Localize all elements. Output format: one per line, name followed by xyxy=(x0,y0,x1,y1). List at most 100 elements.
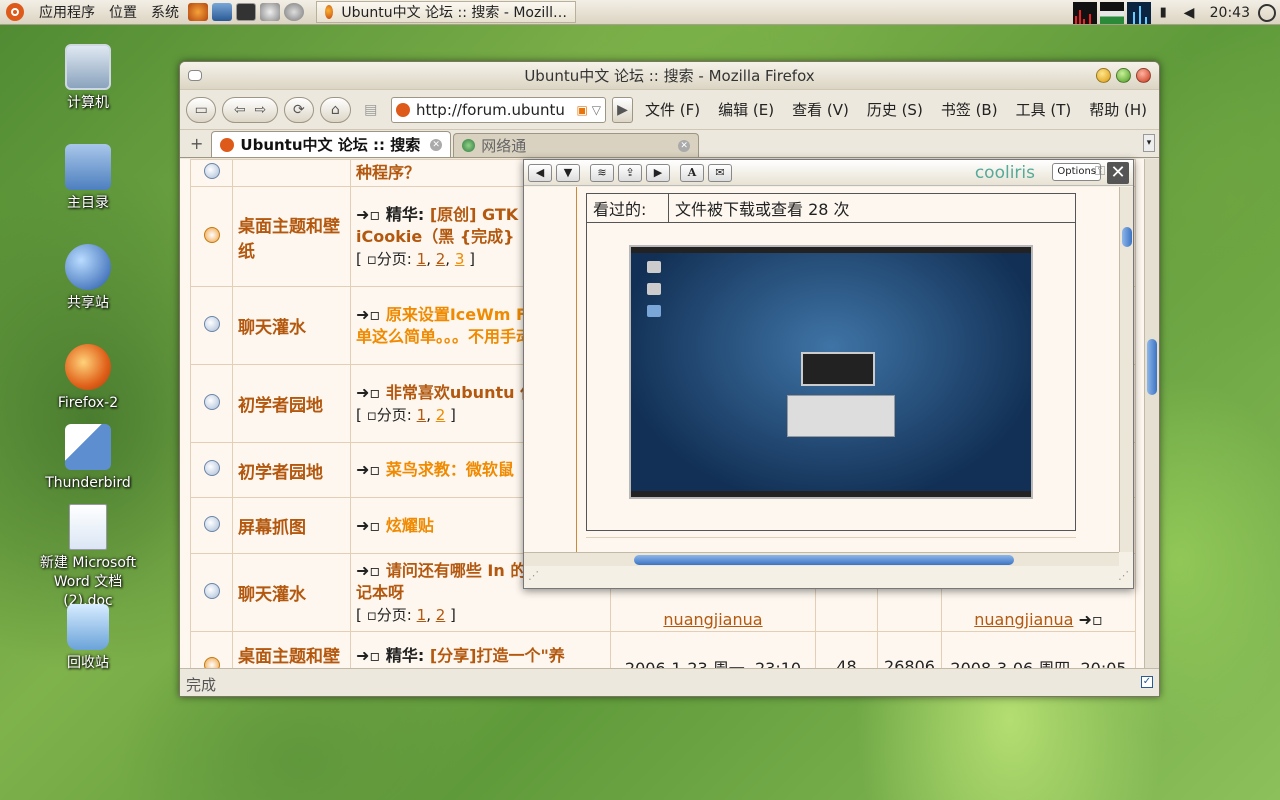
forum-name[interactable]: 初学者园地 xyxy=(232,364,351,443)
last-poster-link[interactable]: nuangjianua xyxy=(974,610,1073,629)
upload-icon[interactable]: ⇪ xyxy=(618,163,642,182)
topic-link[interactable]: 种程序？ xyxy=(356,163,420,182)
author-link[interactable]: nuangjianua xyxy=(663,610,762,629)
close-tab-icon[interactable]: ✕ xyxy=(678,139,691,152)
forum-name[interactable]: 聊天灌水 xyxy=(232,553,351,632)
back-forward-buttons[interactable]: ⇦ ⇨ xyxy=(222,96,278,123)
volume-icon[interactable]: ◀ xyxy=(1184,5,1200,21)
desktop-icon-trash[interactable]: 回收站 xyxy=(28,604,148,673)
bookmark-page-icon[interactable]: ▤ xyxy=(357,97,385,123)
topic-link[interactable]: 菜鸟求教：微软鼠 xyxy=(386,460,514,479)
menu-system[interactable]: 系统 xyxy=(144,2,186,22)
menu-history[interactable]: 历史 (S) xyxy=(861,99,929,120)
power-icon[interactable] xyxy=(1258,3,1276,22)
url-dropdown-icon[interactable]: ▽ xyxy=(592,103,601,117)
forum-name[interactable]: 聊天灌水 xyxy=(232,286,351,365)
tab-forum-search[interactable]: Ubuntu中文 论坛 :: 搜索 ✕ xyxy=(211,131,452,157)
desktop-icon-computer[interactable]: 计算机 xyxy=(28,44,148,113)
next-arrow-icon[interactable]: ▼ xyxy=(556,163,580,182)
resize-handle-icon[interactable]: ⋰ xyxy=(1118,569,1129,582)
page-link[interactable]: 1 xyxy=(417,250,427,268)
window-menu-icon[interactable] xyxy=(188,70,202,81)
scrollbar-thumb[interactable] xyxy=(1147,339,1157,395)
pidgin-launcher-icon[interactable] xyxy=(284,3,304,21)
preview-vertical-scrollbar[interactable] xyxy=(1119,187,1133,552)
go-button[interactable]: ▶ xyxy=(612,96,634,123)
status-checkbox-icon[interactable]: ✓ xyxy=(1141,676,1153,688)
page-link[interactable]: 2 xyxy=(436,250,446,268)
close-preview-button[interactable]: ✕ xyxy=(1107,162,1129,184)
terminal-launcher-icon[interactable] xyxy=(236,3,256,21)
page-link[interactable]: 3 xyxy=(455,250,465,268)
thunderbird-launcher-icon[interactable] xyxy=(212,3,232,21)
info-label: 看过的: xyxy=(586,193,669,223)
url-text[interactable]: http://forum.ubuntu xyxy=(416,101,565,119)
menu-view[interactable]: 查看 (V) xyxy=(786,99,855,120)
menu-bookmarks[interactable]: 书签 (B) xyxy=(935,99,1004,120)
settings-launcher-icon[interactable] xyxy=(260,3,280,21)
window-titlebar[interactable]: Ubuntu中文 论坛 :: 搜索 - Mozilla Firefox xyxy=(180,62,1159,90)
topic-arrow-icon: ➜▫ xyxy=(356,460,381,479)
resize-handle-icon[interactable]: ⋰ xyxy=(528,569,539,582)
desktop-icon-thunderbird[interactable]: Thunderbird xyxy=(28,424,148,493)
desktop-icon-network[interactable]: 共享站 xyxy=(28,244,148,313)
new-tab-icon[interactable]: + xyxy=(184,134,209,157)
menu-places[interactable]: 位置 xyxy=(102,2,144,22)
taskbar-firefox-window[interactable]: Ubuntu中文 论坛 :: 搜索 - Mozill… xyxy=(316,1,576,23)
menu-edit[interactable]: 编辑 (E) xyxy=(712,99,780,120)
maximize-button[interactable] xyxy=(1116,68,1131,83)
firefox-launcher-icon[interactable] xyxy=(188,3,208,21)
desktop-icon-home[interactable]: 主目录 xyxy=(28,144,148,213)
forum-name[interactable]: 屏幕抓图 xyxy=(232,497,351,554)
layers-icon[interactable]: ≋ xyxy=(590,163,614,182)
rss-feed-icon[interactable]: ▣ xyxy=(576,103,587,117)
url-bar[interactable]: http://forum.ubuntu ▣ ▽ xyxy=(391,96,607,123)
tab-list-dropdown-icon[interactable]: ▾ xyxy=(1143,134,1155,152)
close-button[interactable] xyxy=(1136,68,1151,83)
page-link[interactable]: 1 xyxy=(417,606,427,624)
menu-help[interactable]: 帮助 (H) xyxy=(1083,99,1153,120)
options-button[interactable]: Options xyxy=(1052,163,1101,181)
back-arrow-icon[interactable]: ⇦ xyxy=(234,102,246,118)
memory-monitor-icon[interactable] xyxy=(1099,1,1124,24)
tab-wangluotong[interactable]: 网络通 ✕ xyxy=(453,133,700,157)
forward-arrow-icon[interactable]: ⇨ xyxy=(255,102,267,118)
home-button[interactable]: ⌂ xyxy=(320,96,351,123)
screen-icon[interactable]: ▮ xyxy=(1160,5,1174,20)
network-monitor-icon[interactable] xyxy=(1126,1,1151,24)
desktop-screenshot-image[interactable] xyxy=(629,245,1033,499)
forum-name[interactable] xyxy=(232,159,351,187)
page-link[interactable]: 2 xyxy=(436,406,446,424)
scrollbar-thumb[interactable] xyxy=(634,555,1014,565)
prev-arrow-icon[interactable]: ◀ xyxy=(528,163,552,182)
page-link[interactable]: 2 xyxy=(436,606,446,624)
page-link[interactable]: 1 xyxy=(417,406,427,424)
desktop-icon-word-doc[interactable]: 新建 Microsoft Word 文档 (2).doc xyxy=(28,504,148,611)
topic-icon xyxy=(203,515,220,532)
clock[interactable]: 20:43 xyxy=(1204,5,1254,21)
preview-horizontal-scrollbar[interactable] xyxy=(524,552,1119,566)
page-vertical-scrollbar[interactable] xyxy=(1144,159,1159,670)
play-icon[interactable]: ▶ xyxy=(646,163,670,182)
forum-name[interactable]: 桌面主题和壁纸 xyxy=(232,631,351,670)
reload-button[interactable]: ⟳ xyxy=(283,96,315,123)
status-bar: 完成 ✓ xyxy=(180,668,1159,696)
scrollbar-thumb[interactable] xyxy=(1122,227,1132,247)
sticky-label: 精华: xyxy=(385,204,425,224)
menu-tools[interactable]: 工具 (T) xyxy=(1010,99,1078,120)
forum-name[interactable]: 桌面主题和壁纸 xyxy=(232,186,351,287)
menu-file[interactable]: 文件 (F) xyxy=(639,99,706,120)
forum-name[interactable]: 初学者园地 xyxy=(232,442,351,498)
minimize-button[interactable] xyxy=(1096,68,1111,83)
desktop-icon-firefox[interactable]: Firefox-2 xyxy=(28,344,148,413)
goto-last-post-icon[interactable]: ➜▫ xyxy=(1079,610,1103,629)
mail-icon[interactable]: ✉ xyxy=(708,163,732,182)
font-size-icon[interactable]: A xyxy=(680,163,704,182)
sidebar-toggle-button[interactable]: ▭ xyxy=(186,96,217,123)
ubuntu-logo-icon[interactable] xyxy=(6,3,24,21)
close-tab-icon[interactable]: ✕ xyxy=(430,138,443,151)
topic-link[interactable]: 炫耀贴 xyxy=(386,516,434,535)
menu-applications[interactable]: 应用程序 xyxy=(32,2,102,22)
cpu-monitor-icon[interactable] xyxy=(1072,1,1097,24)
lock-icon[interactable]: ⚿ xyxy=(1095,164,1105,179)
